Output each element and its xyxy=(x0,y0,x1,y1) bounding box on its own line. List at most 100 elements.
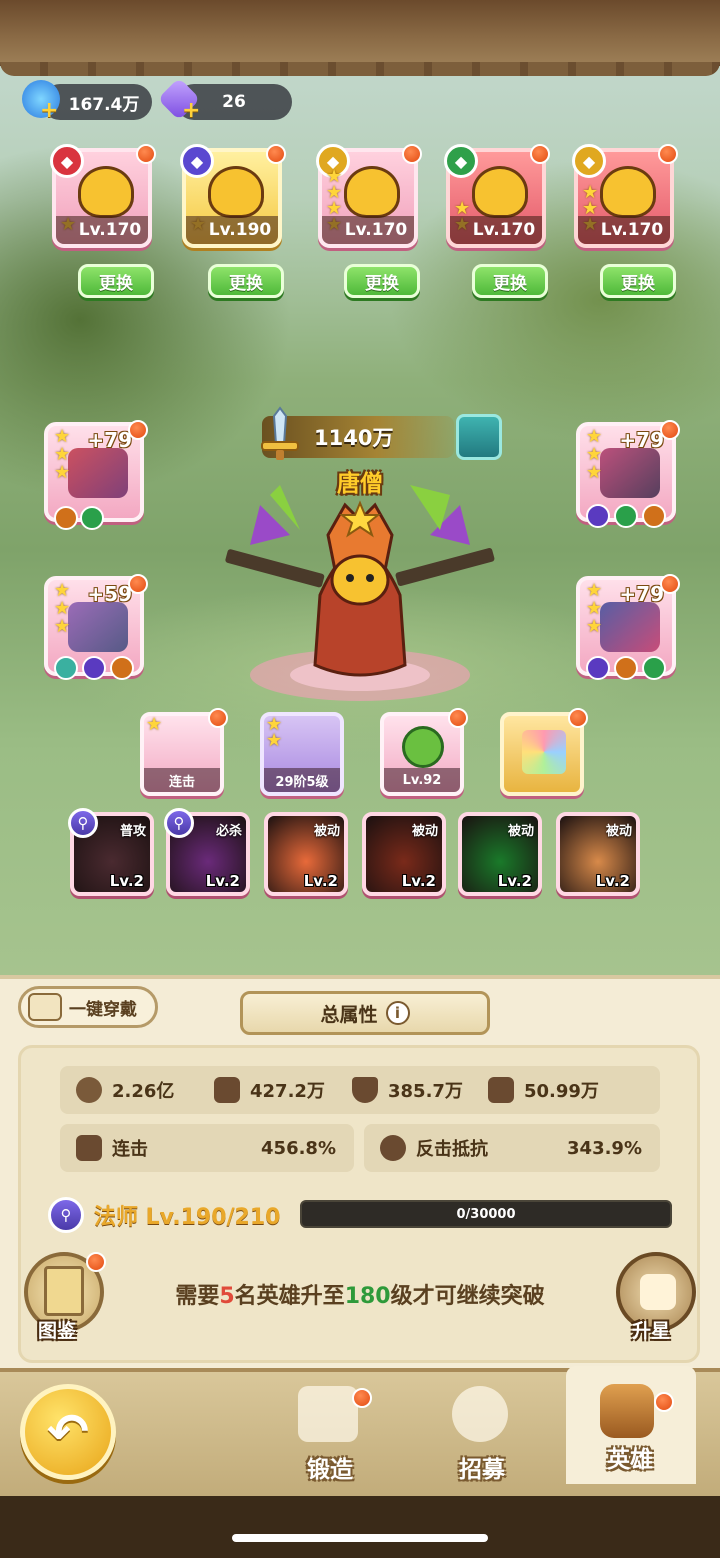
combo-stat-label: 连击 xyxy=(112,1139,148,1160)
swap-button[interactable]: 更换 xyxy=(344,264,420,298)
cube-icon xyxy=(522,730,566,774)
swap-button[interactable]: 更换 xyxy=(600,264,676,298)
shield-icon xyxy=(352,1077,378,1103)
hero-level: Lv.170 xyxy=(56,216,148,244)
helmet-icon xyxy=(600,1384,654,1438)
equipment-armor[interactable]: +59 ★ ★ ★ xyxy=(44,574,148,680)
equipment-weapon[interactable]: +79 ★ ★ ★ xyxy=(44,420,148,530)
gem-value: 26 xyxy=(222,92,246,112)
counter-stat-value: 343.9% xyxy=(567,1137,642,1159)
hero-portrait xyxy=(344,166,400,218)
energy-value: 167.4万 xyxy=(68,94,140,115)
gem-icon xyxy=(614,656,638,680)
notification-dot xyxy=(136,144,156,164)
combo-label: 连击 xyxy=(144,768,220,792)
defense-value: 385.7万 xyxy=(388,1081,463,1102)
hero-level: Lv.170 xyxy=(322,216,414,244)
add-gem-icon[interactable]: + xyxy=(182,98,200,123)
swap-button[interactable]: 更换 xyxy=(78,264,154,298)
gem-icon xyxy=(586,656,610,680)
equipment-plus: +79 xyxy=(619,428,664,452)
boots-icon xyxy=(600,602,660,652)
add-energy-icon[interactable]: + xyxy=(40,98,58,123)
combo-slot[interactable]: ★ 连击 xyxy=(140,708,228,796)
tab-recruit-label: 招募 xyxy=(459,1457,505,1483)
skill-slot[interactable]: 被动 Lv.2 xyxy=(362,812,446,896)
skill-level: Lv.2 xyxy=(205,872,240,890)
sword-icon xyxy=(261,406,299,460)
notification-dot xyxy=(128,420,148,440)
notification-dot xyxy=(208,708,228,728)
pet-level: Lv.92 xyxy=(384,768,460,792)
xp-text: 0/30000 xyxy=(456,1206,516,1222)
team-hero-card[interactable]: ◆★Lv.190 xyxy=(180,144,286,248)
staff-icon: ◆ xyxy=(180,144,214,178)
tab-recruit[interactable]: 招募 xyxy=(422,1380,542,1490)
skill-level: Lv.2 xyxy=(595,872,630,890)
gem-icon xyxy=(614,504,638,528)
team-hero-card[interactable]: ◆★★Lv.170 xyxy=(444,144,550,248)
attack-icon xyxy=(214,1077,240,1103)
shield-icon: ◆ xyxy=(572,144,606,178)
home-indicator[interactable] xyxy=(232,1534,488,1542)
class-level-text: 法师 Lv.190/210 xyxy=(94,1205,281,1230)
notification-dot xyxy=(352,1388,372,1408)
combo-stat: 连击 456.8% xyxy=(60,1124,354,1172)
skill-level: Lv.2 xyxy=(497,872,532,890)
tab-forge-label: 锻造 xyxy=(307,1457,353,1483)
notification-dot xyxy=(654,1392,674,1412)
speed-value: 50.99万 xyxy=(524,1081,599,1102)
skill-slot[interactable]: 被动 Lv.2 xyxy=(458,812,542,896)
swap-button[interactable]: 更换 xyxy=(472,264,548,298)
weapon-icon xyxy=(68,448,128,498)
combat-power-value: 1140万 xyxy=(314,426,394,450)
hero-level: Lv.170 xyxy=(578,216,670,244)
pet-slot[interactable]: Lv.92 xyxy=(380,708,468,796)
hero-character xyxy=(225,485,495,701)
combo-icon xyxy=(76,1135,102,1161)
attack-value: 427.2万 xyxy=(250,1081,325,1102)
skill-type: 被动 xyxy=(507,824,534,839)
equipment-boots[interactable]: +79 ★ ★ ★ xyxy=(576,574,680,680)
equipment-helmet[interactable]: +79 ★ ★ ★ xyxy=(576,420,680,528)
skill-slot[interactable]: 被动 Lv.2 xyxy=(556,812,640,896)
star-icon: ★ xyxy=(326,166,343,187)
hero-level: Lv.170 xyxy=(450,216,542,244)
wing-rank: 29阶5级 xyxy=(264,768,340,792)
skill-slot[interactable]: 被动 Lv.2 xyxy=(264,812,348,896)
staff-icon: ⚲ xyxy=(48,1197,84,1233)
tab-hero[interactable]: 英雄 xyxy=(570,1380,690,1490)
hp-value: 2.26亿 xyxy=(112,1081,175,1102)
total-attributes-header[interactable]: 总属性 i xyxy=(240,991,490,1035)
wing-slot[interactable]: ★ ★ 29阶5级 xyxy=(260,712,344,796)
tab-forge[interactable]: 锻造 xyxy=(270,1380,390,1490)
cube-slot[interactable] xyxy=(500,708,588,796)
swap-button[interactable]: 更换 xyxy=(208,264,284,298)
sword-icon: ◆ xyxy=(50,144,84,178)
hero-portrait xyxy=(208,166,264,218)
hint-count: 5 xyxy=(219,1284,235,1309)
helmet-icon xyxy=(640,1274,676,1310)
team-hero-card[interactable]: ◆★★★★Lv.170 xyxy=(316,144,422,248)
counter-icon xyxy=(380,1135,406,1161)
hero-portrait xyxy=(600,166,656,218)
compass-icon[interactable] xyxy=(456,414,502,460)
tab-hero-label: 英雄 xyxy=(607,1447,653,1473)
flower-icon xyxy=(452,1386,508,1442)
total-attr-label: 总属性 xyxy=(320,1003,378,1026)
heart-icon xyxy=(76,1077,102,1103)
back-button[interactable]: ↶ xyxy=(20,1384,116,1480)
boot-icon xyxy=(488,1077,514,1103)
hero-portrait xyxy=(472,166,528,218)
skill-type: 被动 xyxy=(411,824,438,839)
bottom-border xyxy=(0,1496,720,1558)
info-icon[interactable]: i xyxy=(385,1001,410,1025)
equipment-plus: +79 xyxy=(619,582,664,606)
notification-dot xyxy=(660,574,680,594)
gem-icon xyxy=(54,656,78,680)
team-hero-card[interactable]: ◆★★★Lv.170 xyxy=(572,144,678,248)
book-icon: ◆ xyxy=(444,144,478,178)
equipment-plus: +59 xyxy=(87,582,132,606)
team-hero-card[interactable]: ◆★Lv.170 xyxy=(50,144,156,248)
hero-level: Lv.190 xyxy=(186,216,278,244)
